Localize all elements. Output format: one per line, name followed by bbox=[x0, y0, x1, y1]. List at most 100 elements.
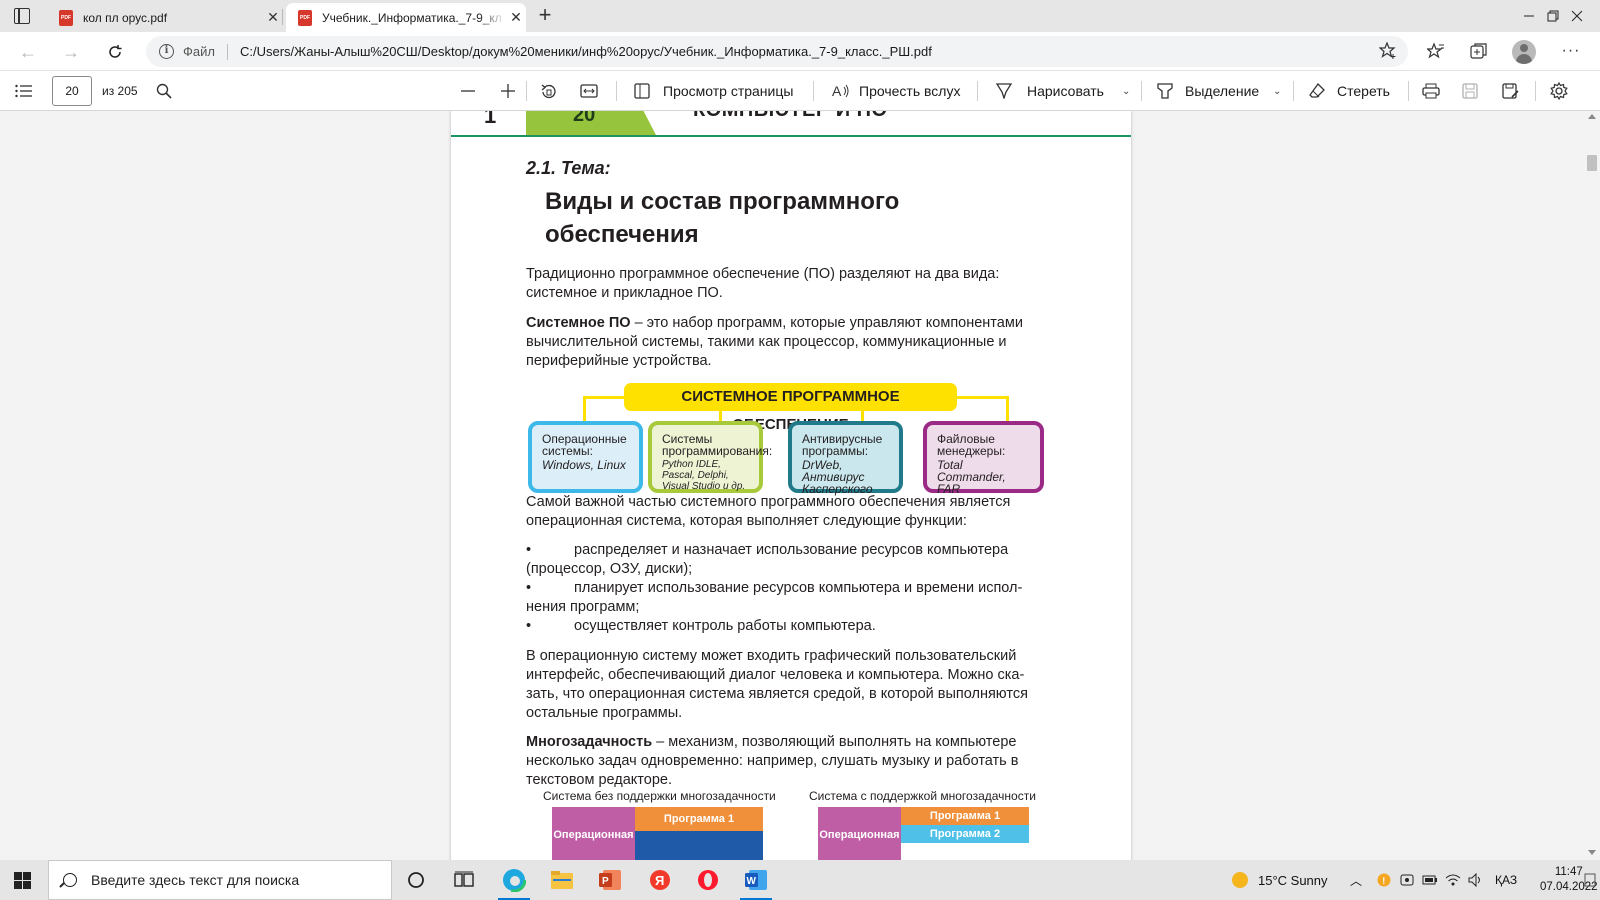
read-aloud-button[interactable]: A Прочесть вслух bbox=[832, 71, 960, 111]
tab-strip: PDF кол пл орус.pdf ✕ PDF Учебник._Инфор… bbox=[0, 0, 1600, 32]
cortana-button[interactable] bbox=[396, 864, 436, 896]
show-hidden-icons[interactable]: ︿ bbox=[1350, 860, 1362, 900]
save-as-button[interactable] bbox=[1502, 71, 1519, 111]
meet-icon bbox=[1400, 874, 1414, 886]
rotate-button[interactable] bbox=[540, 71, 557, 111]
more-menu-button[interactable]: ··· bbox=[1560, 40, 1582, 62]
cortana-icon bbox=[408, 872, 424, 888]
word-icon: W bbox=[745, 870, 767, 890]
scroll-up-arrow[interactable] bbox=[1588, 114, 1596, 119]
page-number-input[interactable]: 20 bbox=[52, 76, 92, 106]
mini-program: Программа 1 bbox=[635, 807, 763, 831]
highlight-label: Выделение bbox=[1185, 83, 1260, 99]
tray-app-icon[interactable]: ! bbox=[1377, 860, 1391, 900]
divider bbox=[526, 81, 527, 101]
highlight-options-button[interactable]: ⌄ bbox=[1273, 71, 1281, 111]
taskbar-search[interactable]: Введите здесь текст для поиска bbox=[48, 860, 392, 900]
tab-label: Учебник._Информатика._7-9_кл bbox=[322, 10, 502, 25]
mini-os-block: Операционная bbox=[552, 807, 635, 860]
pdf-icon: PDF bbox=[59, 9, 73, 26]
contents-button[interactable] bbox=[15, 71, 33, 111]
new-tab-button[interactable]: + bbox=[534, 4, 556, 27]
file-explorer-app[interactable] bbox=[542, 864, 582, 896]
term: Системное ПО bbox=[526, 315, 631, 331]
svg-text:P: P bbox=[602, 876, 609, 887]
powerpoint-icon: P bbox=[599, 870, 621, 890]
settings-button[interactable] bbox=[1550, 71, 1568, 111]
save-button[interactable] bbox=[1462, 71, 1478, 111]
divider bbox=[226, 43, 228, 60]
zoom-out-button[interactable] bbox=[461, 71, 475, 111]
notifications-button[interactable] bbox=[1584, 860, 1596, 900]
divider bbox=[1141, 81, 1142, 101]
draw-button[interactable]: Нарисовать bbox=[996, 71, 1104, 111]
print-icon bbox=[1422, 83, 1440, 99]
bullet-item: • планирует использование ресурсов компь… bbox=[526, 579, 1051, 617]
add-favorite-button[interactable] bbox=[1377, 40, 1399, 62]
draw-options-button[interactable]: ⌄ bbox=[1122, 71, 1130, 111]
url-text[interactable]: C:/Users/Жаны-Алыш%20СШ/Desktop/докум%20… bbox=[240, 44, 932, 59]
scroll-thumb[interactable] bbox=[1587, 155, 1597, 171]
print-button[interactable] bbox=[1422, 71, 1440, 111]
info-icon[interactable]: i bbox=[159, 44, 174, 59]
close-icon[interactable]: ✕ bbox=[506, 9, 526, 26]
category-title: Файловые менеджеры: bbox=[937, 432, 1006, 458]
word-app[interactable]: W bbox=[736, 864, 776, 900]
back-button[interactable]: ← bbox=[15, 39, 41, 65]
windows-start-icon[interactable] bbox=[14, 872, 31, 889]
erase-button[interactable]: Стереть bbox=[1309, 71, 1390, 111]
network-icon[interactable] bbox=[1445, 860, 1461, 900]
mini-caption: Система без поддержки многозадачности bbox=[543, 789, 776, 803]
favorites-button[interactable] bbox=[1425, 40, 1447, 62]
tray-app-icon[interactable] bbox=[1400, 860, 1414, 900]
paragraph: Самой важной частью системного программн… bbox=[526, 494, 1011, 529]
highlight-button[interactable]: Выделение bbox=[1157, 71, 1259, 111]
find-button[interactable] bbox=[156, 71, 172, 111]
fit-width-button[interactable] bbox=[580, 71, 598, 111]
tab-uchebnik[interactable]: PDF Учебник._Информатика._7-9_кл ✕ bbox=[286, 3, 526, 32]
close-window-button[interactable] bbox=[1554, 0, 1600, 32]
scrollbar[interactable] bbox=[1584, 111, 1600, 860]
paragraph: Многозадачность – механизм, позволяющий … bbox=[526, 733, 1051, 790]
gear-icon bbox=[1550, 82, 1568, 100]
warning-icon: ! bbox=[1377, 873, 1391, 887]
powerpoint-app[interactable]: P bbox=[590, 864, 630, 896]
pdf-viewer[interactable]: 1 20 КОМПЬЮТЕР И ПО 2.1. Тема: Виды и со… bbox=[0, 111, 1600, 860]
favorites-icon bbox=[1427, 42, 1444, 59]
profile-avatar[interactable] bbox=[1512, 40, 1536, 64]
minus-icon bbox=[461, 90, 475, 92]
edge-app[interactable] bbox=[494, 864, 534, 900]
refresh-button[interactable] bbox=[102, 39, 128, 65]
collections-button[interactable] bbox=[1468, 40, 1490, 62]
draw-label: Нарисовать bbox=[1027, 83, 1104, 99]
opera-app[interactable] bbox=[688, 864, 728, 896]
zoom-in-button[interactable] bbox=[501, 71, 515, 111]
battery-icon bbox=[1422, 875, 1437, 885]
mini-diagram-multi: Операционная Программа 1 Программа 2 bbox=[818, 807, 1029, 860]
weather-widget[interactable]: 15°C Sunny bbox=[1231, 860, 1328, 900]
tab-label: кол пл орус.pdf bbox=[83, 10, 168, 25]
tab-actions-icon[interactable] bbox=[14, 8, 30, 24]
read-aloud-icon: A bbox=[832, 83, 849, 99]
tab-kol-pl[interactable]: PDF кол пл орус.pdf ✕ bbox=[47, 3, 283, 32]
svg-text:Я: Я bbox=[655, 873, 664, 888]
task-view-button[interactable] bbox=[444, 864, 484, 896]
highlighter-icon bbox=[1157, 83, 1173, 99]
taskbar: Введите здесь текст для поиска P Я W 15°… bbox=[0, 860, 1600, 900]
svg-text:A: A bbox=[832, 83, 842, 99]
page-view-button[interactable]: Просмотр страницы bbox=[634, 71, 793, 111]
plus-icon bbox=[501, 84, 515, 98]
battery-icon[interactable] bbox=[1422, 860, 1438, 900]
weather-text: 15°C Sunny bbox=[1258, 872, 1328, 888]
volume-icon[interactable] bbox=[1468, 860, 1484, 900]
language-indicator[interactable]: ҚАЗ bbox=[1495, 860, 1517, 900]
close-icon[interactable]: ✕ bbox=[263, 9, 283, 26]
fit-width-icon bbox=[580, 84, 598, 98]
scroll-down-arrow[interactable] bbox=[1588, 850, 1596, 855]
edge-icon bbox=[502, 868, 526, 892]
pdf-page: 1 20 КОМПЬЮТЕР И ПО 2.1. Тема: Виды и со… bbox=[451, 111, 1131, 860]
yandex-app[interactable]: Я bbox=[640, 864, 680, 896]
mini-caption: Система с поддержкой многозадачности bbox=[809, 789, 1036, 803]
address-bar[interactable]: i Файл C:/Users/Жаны-Алыш%20СШ/Desktop/д… bbox=[146, 36, 1408, 67]
forward-button[interactable]: → bbox=[58, 39, 84, 65]
